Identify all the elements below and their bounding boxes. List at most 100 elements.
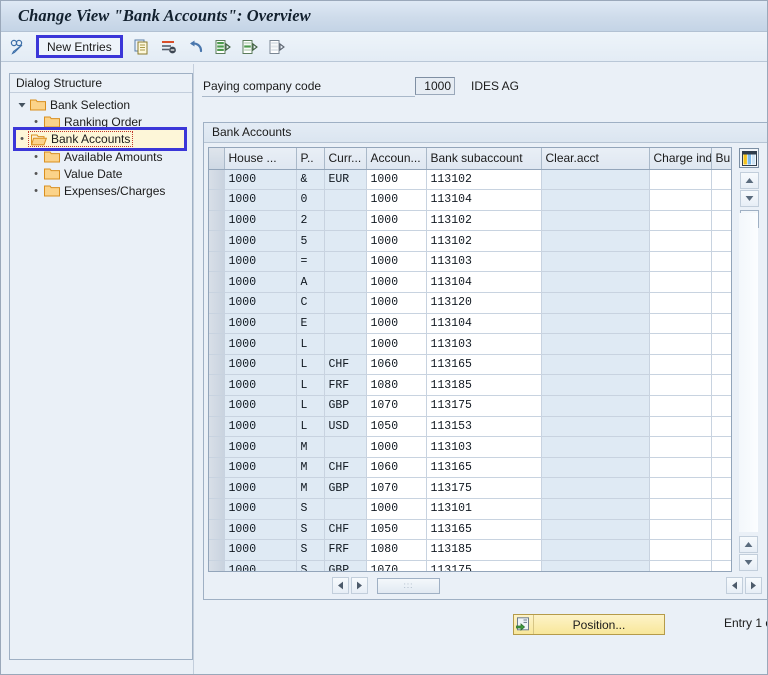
table-row[interactable]: 1000 2 1000 113102 <box>209 210 731 232</box>
cell-charge-indicator[interactable] <box>649 457 712 479</box>
table-row[interactable]: 1000 & EUR 1000 113102 <box>209 169 731 191</box>
deselect-all-icon[interactable] <box>266 36 288 58</box>
cell-house-bank[interactable]: 1000 <box>224 395 297 417</box>
cell-bank-subaccount[interactable]: 113104 <box>426 189 542 211</box>
row-select-cell[interactable] <box>209 498 225 520</box>
scroll-right-button[interactable] <box>351 577 368 594</box>
cell-clearing-account[interactable] <box>541 539 650 561</box>
cell-clearing-account[interactable] <box>541 436 650 458</box>
cell-account-id[interactable]: 1000 <box>366 498 427 520</box>
cell-charge-indicator[interactable] <box>649 374 712 397</box>
cell-clearing-account[interactable] <box>541 498 650 520</box>
cell-account-id[interactable]: 1070 <box>366 395 427 417</box>
cell-house-bank[interactable]: 1000 <box>224 230 297 252</box>
undo-icon[interactable] <box>185 36 207 58</box>
cell-charge-indicator[interactable] <box>649 354 712 376</box>
cell-charge-indicator[interactable] <box>649 436 712 458</box>
row-select-cell[interactable] <box>209 539 225 561</box>
row-select-cell[interactable] <box>209 560 225 571</box>
cell-account-id[interactable]: 1080 <box>366 539 427 561</box>
cell-payment-method[interactable]: E <box>296 313 325 335</box>
cell-bank-subaccount[interactable]: 113165 <box>426 354 542 376</box>
row-select-cell[interactable] <box>209 416 225 438</box>
cell-charge-indicator[interactable] <box>649 189 712 211</box>
cell-business-area[interactable] <box>711 477 731 499</box>
table-row[interactable]: 1000 0 1000 113104 <box>209 189 731 211</box>
cell-business-area[interactable] <box>711 292 731 314</box>
sidebar-item-bank-accounts[interactable]: • Bank Accounts <box>13 127 187 151</box>
cell-house-bank[interactable]: 1000 <box>224 333 297 355</box>
vertical-scrollbar-track[interactable] <box>739 213 758 532</box>
cell-currency[interactable] <box>324 271 367 294</box>
cell-charge-indicator[interactable] <box>649 292 712 314</box>
cell-payment-method[interactable]: L <box>296 354 325 376</box>
cell-account-id[interactable]: 1000 <box>366 313 427 335</box>
row-select-cell[interactable] <box>209 292 225 314</box>
cell-clearing-account[interactable] <box>541 292 650 314</box>
cell-payment-method[interactable]: M <box>296 436 325 458</box>
cell-clearing-account[interactable] <box>541 271 650 294</box>
scroll-first-column-button[interactable] <box>726 577 743 594</box>
select-block-icon[interactable] <box>239 36 261 58</box>
cell-payment-method[interactable]: = <box>296 251 325 273</box>
cell-business-area[interactable] <box>711 189 731 211</box>
table-row[interactable]: 1000 5 1000 113102 <box>209 230 731 252</box>
cell-clearing-account[interactable] <box>541 519 650 541</box>
cell-bank-subaccount[interactable]: 113104 <box>426 313 542 335</box>
cell-account-id[interactable]: 1070 <box>366 477 427 499</box>
cell-payment-method[interactable]: L <box>296 395 325 417</box>
cell-charge-indicator[interactable] <box>649 477 712 499</box>
table-row[interactable]: 1000 S 1000 113101 <box>209 498 731 520</box>
cell-payment-method[interactable]: 2 <box>296 210 325 232</box>
cell-currency[interactable] <box>324 436 367 458</box>
row-select-cell[interactable] <box>209 395 225 417</box>
row-select-cell[interactable] <box>209 333 225 355</box>
scroll-last-column-button[interactable] <box>745 577 762 594</box>
column-header-business-area[interactable]: Bu... <box>711 148 731 170</box>
cell-charge-indicator[interactable] <box>649 333 712 355</box>
cell-currency[interactable]: USD <box>324 416 367 438</box>
cell-account-id[interactable]: 1000 <box>366 436 427 458</box>
cell-business-area[interactable] <box>711 436 731 458</box>
cell-account-id[interactable]: 1060 <box>366 457 427 479</box>
cell-house-bank[interactable]: 1000 <box>224 271 297 294</box>
row-select-cell[interactable] <box>209 210 225 232</box>
cell-account-id[interactable]: 1000 <box>366 230 427 252</box>
sidebar-item-ranking-order[interactable]: • Ranking Order <box>10 113 192 130</box>
cell-charge-indicator[interactable] <box>649 539 712 561</box>
table-row[interactable]: 1000 L USD 1050 113153 <box>209 416 731 438</box>
display-change-icon[interactable] <box>8 36 30 58</box>
cell-business-area[interactable] <box>711 395 731 417</box>
cell-currency[interactable]: CHF <box>324 457 367 479</box>
paying-company-code-input[interactable] <box>415 77 455 95</box>
table-row[interactable]: 1000 L FRF 1080 113185 <box>209 374 731 397</box>
cell-house-bank[interactable]: 1000 <box>224 354 297 376</box>
cell-currency[interactable] <box>324 210 367 232</box>
cell-bank-subaccount[interactable]: 113101 <box>426 498 542 520</box>
cell-currency[interactable] <box>324 498 367 520</box>
cell-currency[interactable]: CHF <box>324 519 367 541</box>
cell-house-bank[interactable]: 1000 <box>224 169 297 191</box>
cell-clearing-account[interactable] <box>541 230 650 252</box>
table-row[interactable]: 1000 M GBP 1070 113175 <box>209 477 731 499</box>
cell-account-id[interactable]: 1000 <box>366 189 427 211</box>
cell-business-area[interactable] <box>711 519 731 541</box>
table-row[interactable]: 1000 L GBP 1070 113175 <box>209 395 731 417</box>
column-header-currency[interactable]: Curr... <box>324 148 367 170</box>
cell-payment-method[interactable]: L <box>296 333 325 355</box>
cell-currency[interactable]: FRF <box>324 539 367 561</box>
cell-bank-subaccount[interactable]: 113185 <box>426 374 542 397</box>
cell-payment-method[interactable]: M <box>296 477 325 499</box>
cell-payment-method[interactable]: A <box>296 271 325 294</box>
cell-bank-subaccount[interactable]: 113175 <box>426 560 542 571</box>
cell-business-area[interactable] <box>711 271 731 294</box>
cell-bank-subaccount[interactable]: 113102 <box>426 169 542 191</box>
position-button[interactable]: Position... <box>513 614 665 635</box>
copy-as-icon[interactable] <box>131 36 153 58</box>
cell-clearing-account[interactable] <box>541 333 650 355</box>
cell-clearing-account[interactable] <box>541 416 650 438</box>
row-select-cell[interactable] <box>209 354 225 376</box>
cell-clearing-account[interactable] <box>541 374 650 397</box>
cell-bank-subaccount[interactable]: 113175 <box>426 477 542 499</box>
new-entries-button[interactable]: New Entries <box>36 35 123 58</box>
